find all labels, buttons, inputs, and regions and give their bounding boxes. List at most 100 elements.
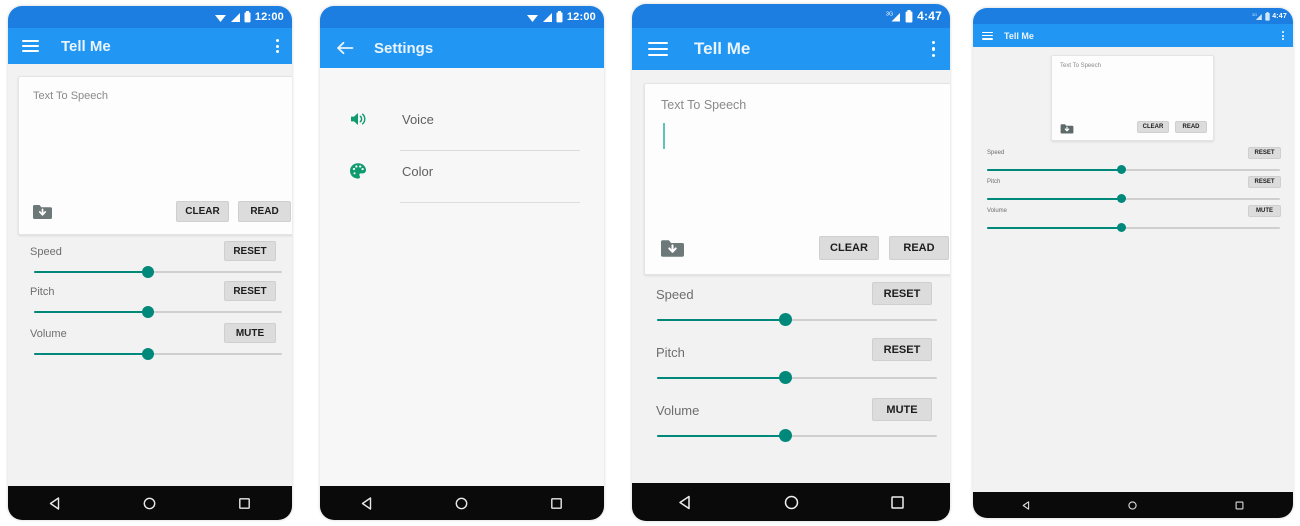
folder-download-icon[interactable] (32, 203, 53, 220)
text-to-speech-card[interactable]: Text To Speech CLEAR READ (644, 83, 950, 275)
app-title: Tell Me (61, 37, 111, 55)
settings-item-color[interactable]: Color (320, 154, 604, 188)
folder-download-icon[interactable] (1060, 121, 1074, 134)
text-to-speech-card[interactable]: Text To Speech CLEAR READ (1051, 55, 1214, 141)
hamburger-menu-icon[interactable] (22, 40, 39, 52)
system-nav-bar (973, 492, 1293, 518)
home-circle-icon[interactable] (454, 496, 469, 511)
speed-reset-button[interactable]: RESET (1248, 147, 1281, 159)
volume-slider-fill (657, 435, 785, 437)
signal-icon (230, 12, 240, 22)
clear-button[interactable]: CLEAR (819, 236, 879, 260)
status-icons: 3G (1252, 11, 1270, 21)
volume-mute-button[interactable]: MUTE (872, 398, 932, 421)
screen-content: Text To Speech CLEAR READ Speed RESET Pi… (8, 64, 292, 486)
speed-reset-button[interactable]: RESET (224, 241, 276, 261)
home-circle-icon[interactable] (142, 496, 157, 511)
folder-download-icon[interactable] (660, 238, 685, 258)
app-title: Tell Me (694, 39, 751, 58)
slider-label-pitch: Pitch (987, 179, 1001, 185)
pitch-reset-button[interactable]: RESET (224, 281, 276, 301)
battery-icon (556, 11, 563, 23)
status-icons: 3G (886, 9, 913, 23)
slider-label-volume: Volume (30, 328, 67, 340)
recents-square-icon[interactable] (889, 494, 906, 511)
app-bar: Tell Me (632, 28, 950, 70)
recents-square-icon[interactable] (237, 496, 252, 511)
status-bar: 12:00 (8, 6, 292, 28)
back-triangle-icon[interactable] (677, 494, 694, 511)
svg-text:3G: 3G (886, 11, 893, 17)
clear-button[interactable]: CLEAR (1137, 121, 1169, 133)
back-arrow-icon[interactable] (336, 40, 354, 56)
pitch-slider-knob[interactable] (1117, 194, 1126, 203)
pitch-slider-knob[interactable] (142, 306, 154, 318)
system-nav-bar (632, 483, 950, 521)
text-cursor-caret (663, 123, 665, 149)
pitch-slider-fill (657, 377, 785, 379)
text-input-hint: Text To Speech (661, 98, 747, 112)
overflow-menu-icon[interactable] (1282, 31, 1284, 40)
volume-slider-knob[interactable] (1117, 223, 1126, 232)
recents-square-icon[interactable] (1234, 500, 1245, 511)
slider-label-speed: Speed (30, 246, 62, 258)
panel-main-phone-large: 3G 4:47 Tell Me Text To Speech CLEAR REA… (632, 4, 950, 521)
home-circle-icon[interactable] (1127, 500, 1138, 511)
speed-slider-knob[interactable] (142, 266, 154, 278)
app-bar: Tell Me (8, 28, 292, 64)
overflow-menu-icon[interactable] (931, 41, 935, 57)
screen-content: Text To Speech CLEAR READ Speed RESET Pi… (632, 70, 950, 483)
status-bar: 3G 4:47 (973, 8, 1293, 24)
status-bar: 12:00 (320, 6, 604, 28)
pitch-slider-fill (987, 198, 1122, 200)
status-icons (214, 11, 251, 23)
app-bar: Settings (320, 28, 604, 68)
color-palette-icon (348, 161, 368, 181)
pitch-reset-button[interactable]: RESET (1248, 176, 1281, 188)
pitch-slider-knob[interactable] (779, 371, 792, 384)
slider-label-volume: Volume (987, 208, 1008, 214)
slider-label-pitch: Pitch (30, 286, 55, 298)
hamburger-menu-icon[interactable] (982, 31, 993, 40)
system-nav-bar (8, 486, 292, 520)
panel-main-tablet: 3G 4:47 Tell Me Text To Speech CLEAR REA… (973, 8, 1293, 518)
back-triangle-icon[interactable] (360, 496, 375, 511)
volume-slider-knob[interactable] (779, 429, 792, 442)
panel-main-phone: 12:00 Tell Me Text To Speech CLEAR READ … (8, 6, 292, 520)
3g-signal-icon: 3G (886, 11, 901, 21)
clear-button[interactable]: CLEAR (176, 201, 229, 222)
status-clock: 12:00 (566, 11, 596, 23)
speed-slider-fill (657, 319, 785, 321)
screen-content: Voice Color (320, 68, 604, 486)
pitch-reset-button[interactable]: RESET (872, 338, 932, 361)
read-button[interactable]: READ (1175, 121, 1207, 133)
speed-slider-fill (34, 271, 148, 273)
text-to-speech-card[interactable]: Text To Speech CLEAR READ (18, 76, 292, 235)
speed-slider-knob[interactable] (779, 313, 792, 326)
speed-reset-button[interactable]: RESET (872, 282, 932, 305)
app-title: Tell Me (1004, 30, 1034, 41)
slider-label-speed: Speed (656, 287, 694, 302)
slider-label-speed: Speed (987, 150, 1005, 156)
speaker-volume-icon (348, 109, 368, 129)
screen-content: Text To Speech CLEAR READ Speed RESET Pi… (973, 47, 1293, 492)
read-button[interactable]: READ (238, 201, 291, 222)
back-triangle-icon[interactable] (48, 496, 63, 511)
hamburger-menu-icon[interactable] (648, 42, 668, 56)
status-clock: 4:47 (1272, 12, 1287, 20)
volume-mute-button[interactable]: MUTE (1248, 205, 1281, 217)
status-icons (526, 11, 563, 23)
settings-item-voice[interactable]: Voice (320, 102, 604, 136)
3g-signal-icon: 3G (1252, 13, 1262, 20)
recents-square-icon[interactable] (549, 496, 564, 511)
battery-icon (1265, 11, 1270, 21)
overflow-menu-icon[interactable] (276, 39, 279, 53)
speed-slider-knob[interactable] (1117, 165, 1126, 174)
volume-mute-button[interactable]: MUTE (224, 323, 276, 343)
back-triangle-icon[interactable] (1021, 500, 1032, 511)
volume-slider-knob[interactable] (142, 348, 154, 360)
battery-icon (905, 9, 913, 22)
home-circle-icon[interactable] (783, 494, 800, 511)
settings-divider (400, 202, 580, 203)
read-button[interactable]: READ (889, 236, 949, 260)
